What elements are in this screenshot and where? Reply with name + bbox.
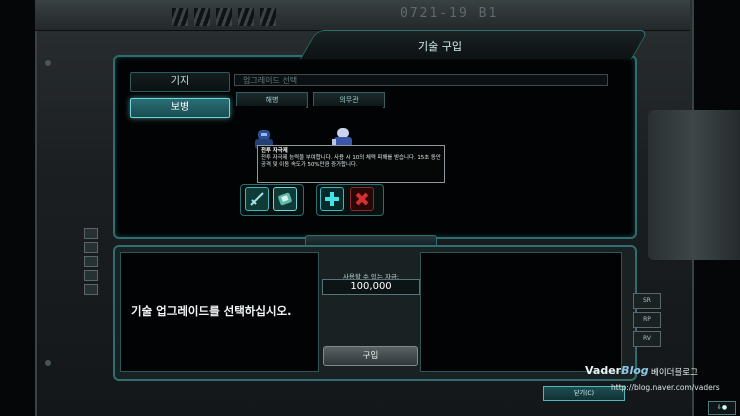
watermark-brand: VaderBlog bbox=[585, 364, 649, 377]
rivet bbox=[45, 60, 51, 66]
skill-tooltip: 전투 자극제 전투 자극제 능력을 부여합니다. 사용 시 10의 체력 피해를… bbox=[257, 145, 445, 183]
shield-icon bbox=[278, 192, 292, 206]
watermark-url: http://blog.naver.com/vaders bbox=[611, 383, 720, 392]
unit-tab-label: 의무관 bbox=[339, 96, 359, 104]
plus-icon bbox=[325, 192, 339, 206]
upgrade-search-field[interactable]: 업그레이드 선택 bbox=[234, 74, 608, 86]
sidebar-item-infantry[interactable]: 보병 bbox=[130, 98, 230, 118]
console-serial: 0721-19 B1 bbox=[400, 6, 499, 21]
skill-button[interactable] bbox=[350, 187, 374, 211]
corner-menu-button[interactable]: ⇩● bbox=[708, 401, 736, 415]
red-cross-icon bbox=[355, 192, 369, 206]
unit-tab-label: 해병 bbox=[265, 96, 279, 104]
indicator-slot bbox=[84, 242, 98, 253]
watermark-brand-name: Vader bbox=[585, 364, 622, 377]
detail-panel bbox=[420, 252, 622, 372]
console-top-bar bbox=[35, 0, 690, 31]
tooltip-body: 전투 자극제 능력을 부여합니다. 사용 시 10의 체력 피해를 받습니다. … bbox=[261, 155, 441, 168]
skill-button[interactable] bbox=[245, 187, 269, 211]
sidebar-item-label: 보병 bbox=[170, 102, 190, 113]
funds-value: 100,000 bbox=[322, 279, 420, 295]
window-title: 기술 구입 bbox=[418, 40, 462, 53]
vent-decoration bbox=[260, 8, 276, 26]
rivet bbox=[45, 360, 51, 366]
sidebar-item-label: 기지 bbox=[170, 76, 190, 87]
sword-icon bbox=[250, 192, 264, 206]
buy-button[interactable]: 구입 bbox=[323, 346, 418, 366]
skill-button[interactable] bbox=[320, 187, 344, 211]
left-indicator-slots bbox=[84, 225, 102, 298]
vent-decoration bbox=[172, 8, 188, 26]
vent-decoration bbox=[194, 8, 210, 26]
side-button-rv[interactable]: RV bbox=[633, 331, 661, 347]
sidebar-item-base[interactable]: 기지 bbox=[130, 72, 230, 92]
vent-decoration bbox=[216, 8, 232, 26]
indicator-slot bbox=[84, 228, 98, 239]
skill-button[interactable] bbox=[273, 187, 297, 211]
indicator-slot bbox=[84, 256, 98, 267]
tooltip-title: 전투 자극제 bbox=[261, 148, 288, 154]
watermark-korean: 베이더블로그 bbox=[651, 368, 698, 378]
right-side-buttons: SR RP RV bbox=[633, 293, 663, 350]
select-upgrade-message: 기술 업그레이드를 선택하십시오. bbox=[131, 304, 292, 318]
indicator-slot bbox=[84, 270, 98, 281]
side-button-sr[interactable]: SR bbox=[633, 293, 661, 309]
watermark-brand-blog: Blog bbox=[621, 364, 649, 377]
side-mechanism bbox=[648, 110, 740, 260]
indicator-slot bbox=[84, 284, 98, 295]
vent-decoration bbox=[238, 8, 254, 26]
side-button-rp[interactable]: RP bbox=[633, 312, 661, 328]
